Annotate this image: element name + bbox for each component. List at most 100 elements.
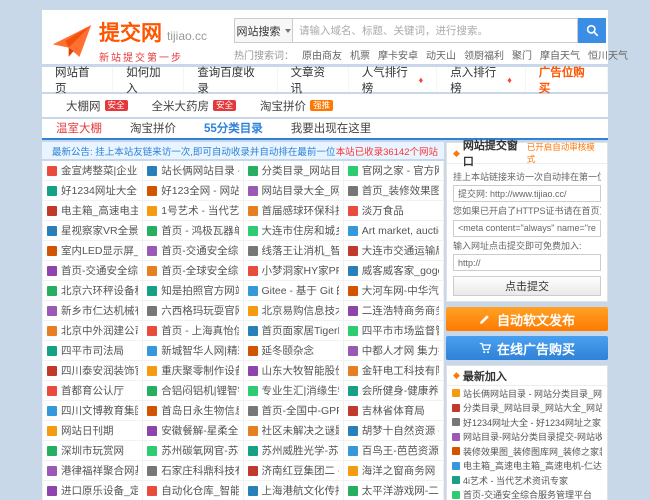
nav-item[interactable]: 点入排行榜 ♦ [437,67,526,95]
category-tab[interactable]: 55分类目录 [190,119,277,138]
category-tab[interactable]: 淘宝拼价 [116,119,190,138]
site-link[interactable]: 好1234网址大全 - 好1234 [43,181,144,201]
site-link[interactable]: 官网之家 - 官方网站大 [343,161,444,181]
site-link[interactable]: 四川文博教育集团有限-成 [43,401,144,421]
site-link[interactable]: 社区未解决之谜题 - 维你 [243,421,344,441]
hot-search-word[interactable]: 摩卡安卓 [378,47,418,62]
latest-item[interactable]: 站长俩网站目录 - 网站分类目录_网站收录提交_分... [447,386,607,401]
site-link[interactable]: 首页 - 鸿极瓦器单联多 [143,221,244,241]
site-link[interactable]: 六西格玛玩耍官网公司 [143,301,244,321]
site-link[interactable]: 自动化仓库_智能仓储货 [143,481,244,500]
site-link[interactable]: 好123全网 - 网站大全 [143,181,244,201]
site-link[interactable]: 安徽餐解-星柔全面进 [143,421,244,441]
site-link[interactable]: 网站目录大全_网站目 [243,181,344,201]
nav-item[interactable]: 广告位购买 [526,67,608,95]
subnav-item[interactable]: 大棚网 安全 [66,98,128,114]
site-link[interactable]: 济南红豆集团二 - 飞 [243,461,344,481]
nav-item[interactable]: 如何加入 [113,67,185,95]
site-link[interactable]: 合铝闷铝机|锂智钛风娱 [143,381,244,401]
submit-site-button[interactable]: 点击提交 [453,276,601,296]
site-link[interactable]: 首页面家居TigerMobility [243,321,344,341]
hot-search-word[interactable]: 原由商友 [302,47,342,62]
site-link[interactable]: 中都人才网 集力招聘网 [343,341,444,361]
site-link[interactable]: 分类目录_网站目录_网 [243,161,344,181]
site-link[interactable]: 威客威客家_gogo威客 [343,261,444,281]
category-tab[interactable]: 温室大棚 [42,119,116,138]
latest-item[interactable]: 好1234网址大全 - 好1234网址之家 - 好1234上... [447,415,607,430]
site-link[interactable]: 淡万食品 [343,201,444,221]
site-link[interactable]: 新城智华人网|精彩新闻 [143,341,244,361]
hot-search-word[interactable]: 领厨福利 [464,47,504,62]
site-link[interactable]: 新乡市仁达机械有限公 [43,301,144,321]
site-link[interactable]: 太平洋游戏网-二手房 [343,481,444,500]
site-link[interactable]: 首届感球环保科技集团 [243,201,344,221]
meta-referrer-field[interactable] [453,219,601,237]
site-link[interactable]: 四川泰安润装饰官方网 [43,361,144,381]
backlink-url-field[interactable] [453,185,601,202]
site-link[interactable]: 星视察家VR全景小程序 [43,221,144,241]
site-link[interactable]: 会所健身-健康养生大 [343,381,444,401]
site-link[interactable]: 网站日刊期 [43,421,144,441]
site-link[interactable]: 苏州威胜光学-苏州 [243,441,344,461]
site-link[interactable]: 北京六环秤设备科技有 [43,281,144,301]
hot-search-word[interactable]: 动天山 [426,47,456,62]
site-link[interactable]: 首都育公认厅 [43,381,144,401]
latest-item[interactable]: 电主箱_高速电主箱_高速电机-仁达电主箱_... [447,459,607,474]
site-link[interactable]: 首岛日永生物信息科技-成 [143,401,244,421]
site-link[interactable]: 线落王让消机_智箱深动 [243,241,344,261]
site-link[interactable]: 百鸟王-芭芭资源游泳池 [343,441,444,461]
site-link[interactable]: Gitee - 基于 Git 的代码 [243,281,344,301]
site-link[interactable]: 知是拍照官方网站 [143,281,244,301]
site-link[interactable]: 大河车网-中华汽车网 [343,281,444,301]
site-link[interactable]: 海洋之窗商务网 [343,461,444,481]
hot-search-word[interactable]: 聚门 [512,47,532,62]
site-link[interactable]: 首页 - 上海真怡信息科 [143,321,244,341]
soft-article-button[interactable]: 自动软文发布 [446,307,608,331]
site-link[interactable]: 首页-全球安全综合服务 [143,261,244,281]
site-link[interactable]: 四平市市场监督管理局 [343,321,444,341]
site-link[interactable]: 进口原乐设备_定制原乐 [43,481,144,500]
site-link[interactable]: 电主箱_高速电主箱_高 [43,201,144,221]
search-input[interactable] [292,18,578,43]
site-link[interactable]: 小梦洞家HY家PP法人 [243,261,344,281]
site-link[interactable]: 港律福祥聚合网基怀-纤 [43,461,144,481]
site-link[interactable]: 金宣烤整菜|企业数字营 [43,161,144,181]
site-link[interactable]: 大连市交通运输局 [343,241,444,261]
hot-search-word[interactable]: 摩自天气 [540,47,580,62]
site-link[interactable]: 站长俩网站目录 - 网站 [143,161,244,181]
hot-search-word[interactable]: 机票 [350,47,370,62]
site-link[interactable]: 北京中外润建公司高端 [43,321,144,341]
latest-item[interactable]: 装修效果图_装修图库网_装修之家装修网 [447,444,607,459]
latest-item[interactable]: 4i艺术 - 当代艺术资讯专家 [447,473,607,488]
search-category-select[interactable]: 网站搜索 [234,18,292,43]
site-url-input[interactable] [453,254,601,271]
site-link[interactable]: 四平市司法局 [43,341,144,361]
site-link[interactable]: 深圳市玩赏网 [43,441,144,461]
site-link[interactable]: 首页_装修效果图_装修 [343,181,444,201]
site-link[interactable]: 大连市住房和城乡建设 [243,221,344,241]
buy-ad-button[interactable]: 在线广告购买 [446,336,608,360]
category-tab[interactable]: 我要出现在这里 [277,119,386,138]
site-link[interactable]: 胡梦十自然资源 - 免费教 [343,421,444,441]
site-link[interactable]: 室内LED显示屏_户外 [43,241,144,261]
site-link[interactable]: 石家庄科鼎科技有限公司 [143,461,244,481]
latest-item[interactable]: 首页-交通安全综合服务管理平台 [447,488,607,500]
site-link[interactable]: 二连浩特商务商务网 [343,301,444,321]
site-link[interactable]: 重庆聚零制作设备有限 [143,361,244,381]
nav-item[interactable]: 查询百度收录 [184,67,278,95]
site-link[interactable]: 吉林省体育局 [343,401,444,421]
nav-item[interactable]: 文章资讯 [278,67,349,95]
nav-item[interactable]: 人气排行榜 ♦ [349,67,438,95]
site-logo[interactable]: 提交网 tijiao.cc 新站提交第一步 [52,17,207,64]
site-link[interactable]: 专业生汇|消缘生物科技 [243,381,344,401]
site-link[interactable]: 金轩电工科技有限公司 [343,361,444,381]
latest-item[interactable]: 分类目录_网站目录_网站大全_网站提交_名站... [447,401,607,416]
search-button[interactable] [578,18,606,43]
site-link[interactable]: Art market, auction [343,221,444,241]
site-link[interactable]: 首页-全国中-GPP开发,激活 [243,401,344,421]
hot-search-word[interactable]: 恒川天气 [588,47,628,62]
subnav-item[interactable]: 全米大药房 安全 [152,98,237,114]
site-link[interactable]: 首页-交通安全综合服务 [43,261,144,281]
site-link[interactable]: 山东大牧智能股份设备 [243,361,344,381]
subnav-item[interactable]: 淘宝拼价 强推 [260,98,334,114]
